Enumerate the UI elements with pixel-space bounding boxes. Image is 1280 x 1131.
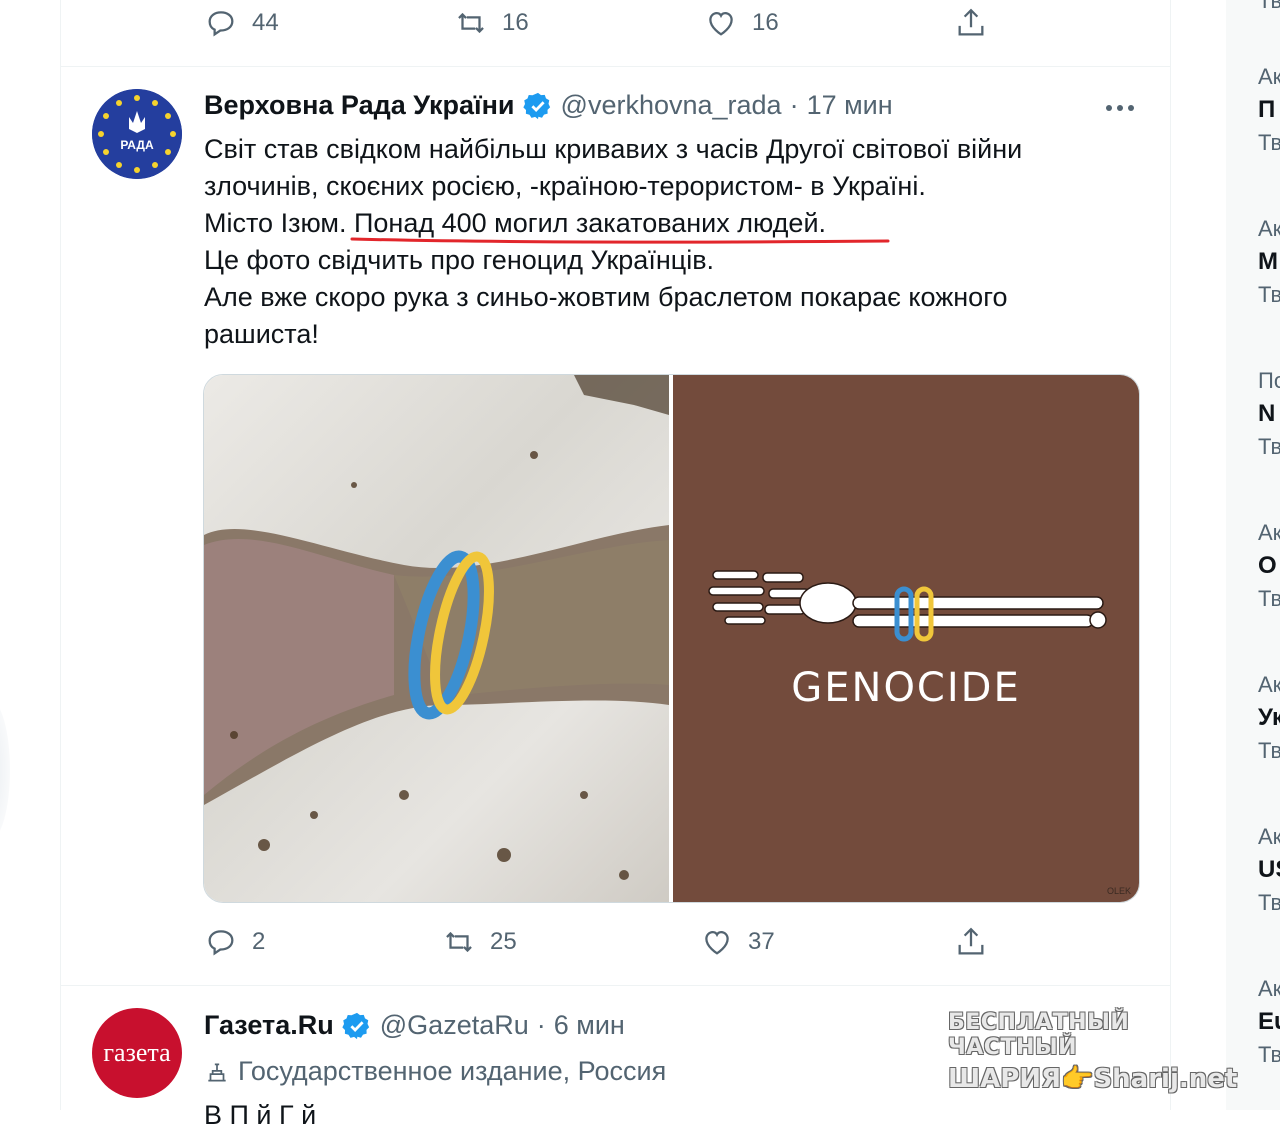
share-icon	[958, 927, 984, 955]
like-count: 16	[752, 9, 779, 36]
next-tweet-header: Газета.Ru @GazetaRu · 6 мин	[204, 1010, 625, 1041]
dot-separator: ·	[789, 90, 799, 120]
tweet-line: злочинів, скоєних росією, -країною-терор…	[204, 171, 926, 201]
tweet-text-partial: В П й Г й	[204, 1100, 317, 1130]
tweet-line-part: Місто Ізюм.	[204, 208, 347, 238]
trend-item[interactable]: Ак US Тв	[1258, 824, 1280, 916]
podium-icon	[208, 1063, 226, 1082]
trend-item[interactable]: Ак Eu Тв	[1258, 976, 1280, 1068]
gazeta-avatar[interactable]: газета	[92, 1008, 182, 1098]
share-icon	[958, 8, 984, 36]
artist-signature: OLEK	[1106, 886, 1131, 896]
verified-badge-icon	[522, 92, 550, 119]
photo-left[interactable]	[204, 375, 669, 902]
avatar[interactable]: РАДА	[92, 89, 182, 179]
trend-item[interactable]: Тв	[1258, 0, 1280, 14]
display-name[interactable]: Верховна Рада України	[204, 90, 515, 121]
genocide-caption: GENOCIDE	[791, 665, 1021, 711]
photo-right[interactable]: GENOCIDE OLEK	[673, 375, 1139, 902]
tweet-line: Це фото свідчить про геноцид Українців.	[204, 245, 715, 275]
share-button[interactable]	[954, 925, 988, 959]
arm-bracelet-photo	[204, 375, 669, 880]
trend-item[interactable]: Ак Ук Тв	[1258, 672, 1280, 764]
tweet-media[interactable]: GENOCIDE OLEK	[203, 374, 1140, 903]
display-name[interactable]: Газета.Ru	[204, 1010, 334, 1041]
trend-item[interactable]: По N Тв	[1258, 368, 1280, 460]
left-gutter	[0, 0, 60, 1110]
retweet-icon	[458, 12, 484, 34]
reply-button[interactable]: 44	[204, 6, 279, 40]
retweet-count: 16	[502, 9, 529, 36]
trend-item[interactable]: Ак П Тв	[1258, 64, 1280, 156]
tweet-text: Світ став свідком найбільш кривавих з ча…	[204, 131, 1124, 353]
skeleton-arm-illustration	[708, 570, 1107, 642]
tweet-line: рашиста!	[204, 319, 319, 349]
rada-logo-icon: РАДА	[92, 89, 182, 179]
reply-button[interactable]: 2	[204, 925, 265, 959]
tweet-divider	[60, 985, 1170, 986]
dot-separator: ·	[536, 1010, 546, 1040]
watermark: БЕСПЛАТНЫЙ ЧАСТНЫЙ ШАРИЯ👉Sharij.net	[948, 1010, 1248, 1094]
trend-item[interactable]: Ак М Тв	[1258, 216, 1280, 308]
tweet-actions: 2 25 37	[204, 925, 1004, 965]
retweet-count: 25	[490, 928, 517, 955]
reply-count: 2	[252, 928, 266, 955]
verified-badge-icon	[342, 1012, 369, 1039]
like-button[interactable]: 37	[700, 925, 775, 959]
state-media-label[interactable]: Государственное издание, Россия	[204, 1056, 666, 1087]
reply-icon	[208, 930, 234, 956]
reply-count: 44	[252, 9, 279, 36]
heart-icon	[709, 11, 733, 36]
handle[interactable]: @verkhovna_rada	[561, 90, 782, 121]
prev-tweet-actions: 44 16 16	[204, 6, 1004, 46]
avatar-logo-text: газета	[103, 1038, 171, 1067]
like-count: 37	[748, 928, 775, 955]
trend-item[interactable]: Ак О Тв	[1258, 520, 1280, 612]
like-button[interactable]: 16	[704, 6, 779, 40]
tweet-line: Місто Ізюм. Понад 400 могил закатованих …	[204, 205, 1124, 244]
tweet-line: Світ став свідком найбільш кривавих з ча…	[204, 134, 1023, 164]
handle[interactable]: @GazetaRu	[380, 1010, 529, 1041]
watermark-line-2: ШАРИЯ👉Sharij.net	[948, 1064, 1238, 1094]
watermark-line-1: БЕСПЛАТНЫЙ ЧАСТНЫЙ	[948, 1010, 1130, 1060]
retweet-icon	[446, 931, 472, 953]
tweet-line: Але вже скоро рука з синьо-жовтим брасле…	[204, 282, 1008, 312]
more-options-button[interactable]	[1100, 96, 1140, 120]
tweet-header: Верховна Рада України @verkhovna_rada · …	[204, 90, 893, 121]
svg-text:РАДА: РАДА	[120, 138, 154, 152]
retweet-button[interactable]: 25	[442, 925, 517, 959]
more-icon	[1106, 105, 1112, 111]
reply-icon	[208, 11, 234, 37]
tweet-divider	[60, 66, 1170, 67]
share-button[interactable]	[954, 6, 988, 40]
trends-sidebar: Тв Ак П Тв Ак М Тв По N Тв Ак О Тв Ак Ук…	[1226, 0, 1280, 1110]
timestamp[interactable]: 6 мин	[554, 1010, 625, 1041]
red-underline-mark	[350, 237, 890, 244]
label-text: Государственное издание, Россия	[238, 1056, 667, 1086]
retweet-button[interactable]: 16	[454, 6, 529, 40]
underlined-text: Понад 400 могил закатованих людей.	[350, 208, 890, 244]
timestamp[interactable]: 17 мин	[807, 90, 893, 121]
heart-icon	[705, 930, 729, 955]
